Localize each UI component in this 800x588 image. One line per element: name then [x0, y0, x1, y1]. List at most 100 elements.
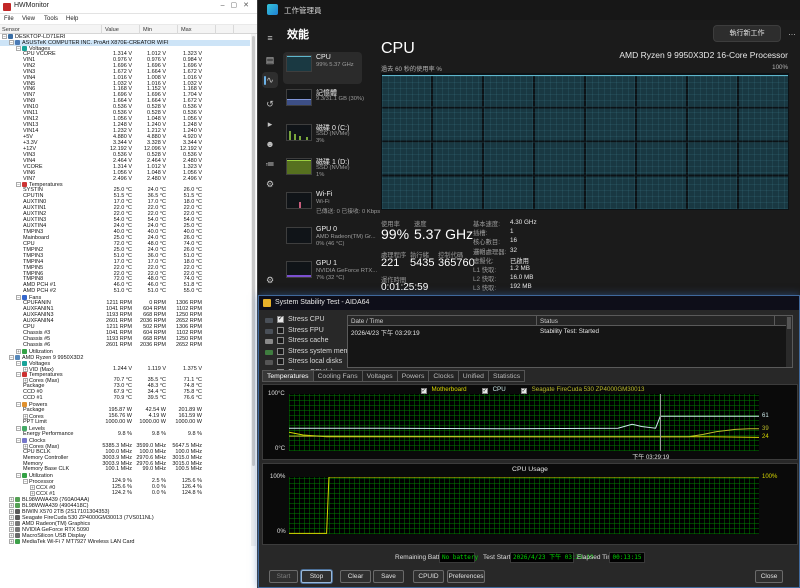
expand-icon[interactable]: +	[30, 491, 35, 496]
time-marker-label: 下午 03:29:19	[632, 452, 669, 461]
rail-app-history-icon[interactable]: ↺	[262, 96, 278, 112]
collapse-icon[interactable]: −	[2, 34, 7, 39]
tab-powers[interactable]: Powers	[398, 370, 430, 382]
column-header-max[interactable]: Max	[181, 27, 192, 33]
expand-icon[interactable]: +	[9, 527, 14, 532]
preferences-button[interactable]: Preferences	[447, 570, 485, 583]
log-scrollbar-thumb[interactable]	[787, 317, 791, 329]
start-button[interactable]: Start	[269, 570, 298, 583]
rail-details-icon[interactable]: ≔	[262, 156, 278, 172]
legend-item[interactable]: ✓Motherboard	[416, 386, 467, 393]
menu-help[interactable]: Help	[66, 16, 78, 22]
checkbox-unchecked[interactable]	[277, 358, 284, 365]
expand-icon[interactable]: +	[9, 521, 14, 526]
collapse-icon[interactable]: −	[16, 438, 21, 443]
expand-icon[interactable]: +	[16, 349, 21, 354]
menu-view[interactable]: View	[22, 16, 35, 22]
collapse-icon[interactable]: −	[16, 182, 21, 187]
sensor-row[interactable]: +MediaTek Wi-Fi 7 MT7927 Wireless LAN Ca…	[0, 539, 250, 545]
tab-unified[interactable]: Unified	[459, 370, 489, 382]
cpu-utilization-chart[interactable]	[381, 73, 789, 210]
collapse-icon[interactable]: −	[16, 46, 21, 51]
rail-services-icon[interactable]: ⚙	[262, 176, 278, 192]
settings-icon[interactable]: ⚙	[262, 272, 278, 288]
hwmonitor-scrollbar[interactable]	[251, 34, 256, 546]
window-minimize-icon[interactable]: –	[221, 2, 231, 9]
tab-cooling-fans[interactable]: Cooling Fans	[314, 370, 363, 382]
collapse-icon[interactable]: −	[16, 295, 21, 300]
rail-startup-apps-icon[interactable]: ▸	[262, 116, 278, 132]
task-manager-titlebar[interactable]: 工作管理員	[258, 0, 800, 20]
collapse-icon[interactable]: −	[9, 40, 14, 45]
run-new-task-button[interactable]: 執行新工作	[713, 25, 781, 42]
series-end-value: 61	[762, 413, 769, 419]
hwmonitor-window: HWMonitor –▢✕ File View Tools Help Sensor Va…	[0, 0, 258, 588]
close-button[interactable]: Close	[755, 570, 783, 583]
tab-temperatures[interactable]: Temperatures	[262, 370, 314, 382]
collapse-icon[interactable]: −	[9, 355, 14, 360]
legend-item[interactable]: ✓CPU	[477, 386, 506, 393]
checkbox-unchecked[interactable]	[277, 327, 284, 334]
sidebar-item-gpu-0[interactable]: GPU 0AMD Radeon(TM) Gr...0% (46 °C)	[283, 224, 362, 256]
menu-file[interactable]: File	[4, 16, 14, 22]
rail-menu-icon[interactable]: ≡	[262, 30, 278, 46]
sidebar-item-磁碟-1-(d:)[interactable]: 磁碟 1 (D:)SSD (NVMe)1%	[283, 155, 362, 187]
sidebar-item-wi-fi[interactable]: Wi-FiWi-Fi已傳送: 0 已接收: 0 Kbps	[283, 189, 362, 221]
checkbox-unchecked[interactable]	[277, 337, 284, 344]
log-column-divider	[774, 316, 775, 326]
scrollbar-thumb[interactable]	[252, 36, 255, 466]
tab-clocks[interactable]: Clocks	[429, 370, 458, 382]
sidebar-item-磁碟-0-(c:)[interactable]: 磁碟 0 (C:)SSD (NVMe)3%	[283, 121, 362, 153]
expand-icon[interactable]: +	[9, 503, 14, 508]
expand-icon[interactable]: +	[9, 515, 14, 520]
menu-tools[interactable]: Tools	[44, 16, 58, 22]
log-datetime: 2026/4/23 下午 03:29:19	[351, 328, 420, 337]
column-header-sensor[interactable]: Sensor	[2, 27, 20, 33]
sidebar-item-detail: 0% (46 °C)	[316, 241, 344, 247]
expand-icon[interactable]: +	[30, 485, 35, 490]
save-button[interactable]: Save	[373, 570, 404, 583]
ram-icon	[15, 503, 20, 508]
collapse-icon[interactable]: −	[16, 426, 21, 431]
collapse-icon[interactable]: −	[23, 479, 28, 484]
gpu-icon	[15, 527, 20, 532]
collapse-icon[interactable]: −	[16, 372, 21, 377]
checkbox-unchecked[interactable]	[277, 348, 284, 355]
stability-log[interactable]: Date / TimeStatus 2026/4/23 下午 03:29:19S…	[347, 315, 793, 368]
aida64-titlebar[interactable]: System Stability Test - AIDA64	[259, 296, 799, 310]
stat-value: 5.37 GHz	[414, 226, 473, 242]
expand-icon[interactable]: +	[23, 367, 28, 372]
expand-icon[interactable]: +	[9, 539, 14, 544]
aida64-tabs: TemperaturesCooling FansVoltagesPowersCl…	[262, 370, 525, 382]
checkbox-checked[interactable]: ✓	[277, 316, 284, 323]
cpu-usage-plot	[289, 477, 759, 534]
collapse-icon[interactable]: −	[16, 473, 21, 478]
sensor-label: Memory Base CLK	[23, 466, 69, 472]
expand-icon[interactable]: +	[9, 509, 14, 514]
tab-statistics[interactable]: Statistics	[489, 370, 525, 382]
sidebar-item-cpu[interactable]: CPU99% 5.37 GHz	[283, 52, 362, 84]
rail-performance-icon[interactable]: ∿	[262, 72, 278, 88]
cpuid-button[interactable]: CPUID	[413, 570, 444, 583]
window-maximize-icon[interactable]: ▢	[231, 2, 244, 9]
rail-processes-icon[interactable]: ▤	[262, 52, 278, 68]
legend-item[interactable]: ✓Seagate FireCuda 530 ZP4000GM30013	[516, 386, 645, 393]
expand-icon[interactable]: +	[9, 533, 14, 538]
sidebar-item-記憶體[interactable]: 記憶體9.3/31.1 GB (30%)	[283, 86, 362, 118]
rail-users-icon[interactable]: ☻	[262, 136, 278, 152]
expand-icon[interactable]: +	[9, 497, 14, 502]
log-scrollbar[interactable]	[786, 316, 792, 367]
window-close-icon[interactable]: ✕	[243, 2, 255, 9]
tab-voltages[interactable]: Voltages	[363, 370, 398, 382]
collapse-icon[interactable]: −	[16, 402, 21, 407]
clear-button[interactable]: Clear	[340, 570, 371, 583]
cpu-icon	[265, 318, 273, 323]
column-header-value[interactable]: Value	[105, 27, 119, 33]
hwmonitor-column-header[interactable]: Sensor Value Min Max	[0, 25, 257, 34]
more-options-button[interactable]: …	[785, 25, 799, 42]
stop-button[interactable]: Stop	[301, 570, 332, 583]
hwmonitor-titlebar[interactable]: HWMonitor –▢✕	[0, 0, 257, 14]
collapse-icon[interactable]: −	[16, 361, 21, 366]
column-header-min[interactable]: Min	[143, 27, 152, 33]
sidebar-item-gpu-1[interactable]: GPU 1NVIDIA GeForce RTX...7% (32 °C)	[283, 258, 362, 290]
